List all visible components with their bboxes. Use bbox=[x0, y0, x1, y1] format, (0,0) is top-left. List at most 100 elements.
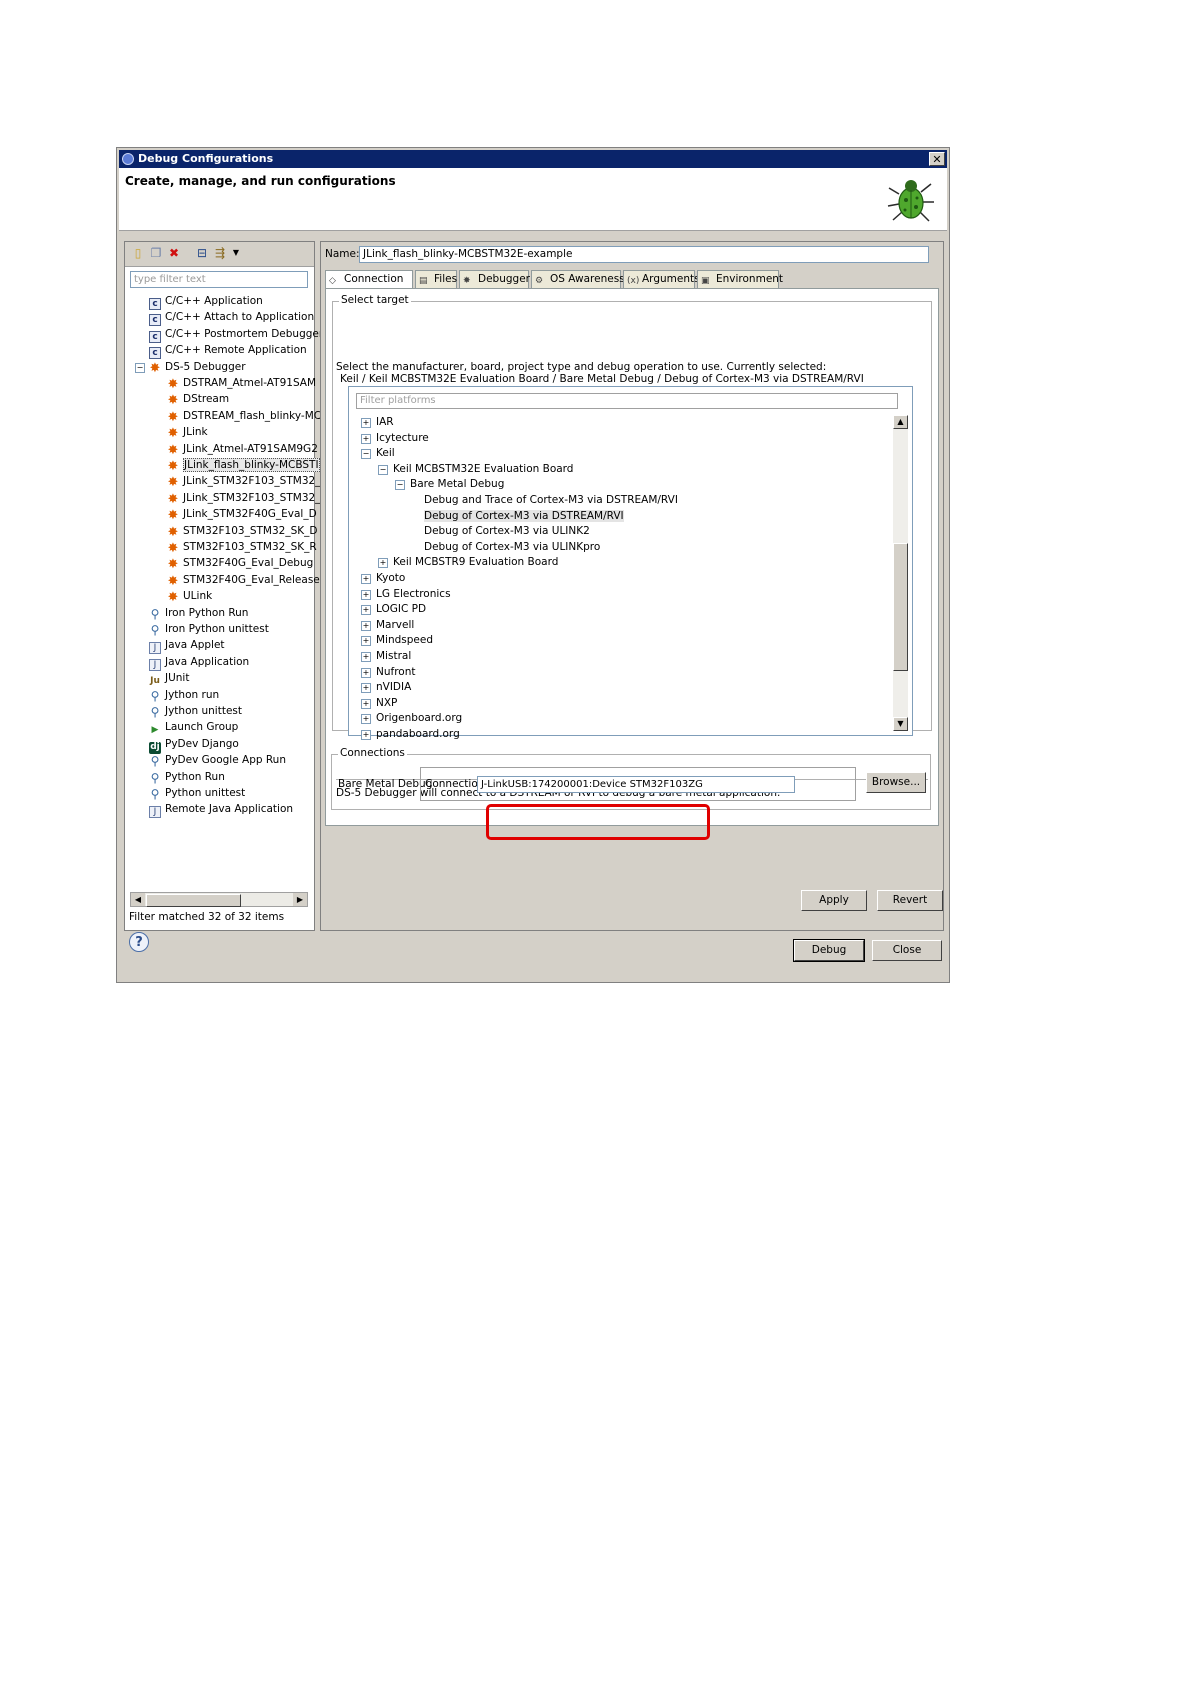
apply-button[interactable]: Apply bbox=[801, 890, 867, 911]
duplicate-icon[interactable]: ❐ bbox=[149, 246, 163, 260]
scroll-right-icon[interactable]: ▶ bbox=[293, 893, 307, 906]
config-tree-item[interactable]: c C/C++ Application bbox=[149, 294, 263, 310]
config-tree-item[interactable]: J Java Application bbox=[149, 655, 249, 671]
chevron-down-icon[interactable]: ▼ bbox=[229, 246, 243, 260]
collapse-icon[interactable]: − bbox=[135, 362, 145, 373]
horizontal-scrollbar[interactable]: ◀ ▶ bbox=[130, 892, 308, 907]
collapse-icon[interactable]: − bbox=[395, 480, 405, 491]
config-tree-item[interactable]: ▶ Launch Group bbox=[149, 720, 239, 735]
config-tree-item[interactable]: dj PyDev Django bbox=[149, 737, 239, 754]
platform-tree-item[interactable]: Debug of Cortex-M3 via ULINKpro bbox=[424, 540, 600, 555]
config-tree-item[interactable]: ⚲ Python Run bbox=[149, 770, 225, 785]
connection-input[interactable]: J-LinkUSB:174200001:Device STM32F103ZG bbox=[477, 776, 795, 793]
collapse-icon[interactable]: − bbox=[361, 449, 371, 460]
platform-tree-item[interactable]: + Mindspeed bbox=[361, 633, 433, 648]
scroll-thumb[interactable] bbox=[146, 894, 241, 907]
expand-icon[interactable]: + bbox=[378, 558, 388, 569]
tab-arguments[interactable]: (x) Arguments bbox=[623, 270, 700, 288]
filter-icon[interactable]: ⇶ bbox=[213, 246, 227, 260]
config-tree-item[interactable]: J Remote Java Application bbox=[149, 802, 293, 819]
tab-connection[interactable]: ◇ Connection bbox=[325, 270, 413, 289]
expand-icon[interactable]: + bbox=[361, 433, 371, 444]
platform-tree-item[interactable]: + Origenboard.org bbox=[361, 711, 462, 726]
config-tree-item[interactable]: ⚲ Iron Python Run bbox=[149, 606, 249, 621]
help-icon[interactable]: ? bbox=[129, 932, 149, 952]
config-tree-item[interactable]: ✸ STM32F40G_Eval_Debug bbox=[167, 556, 314, 571]
platform-tree-item[interactable]: + Keil MCBSTR9 Evaluation Board bbox=[378, 555, 558, 570]
config-tree-item[interactable]: ✸ STM32F103_STM32_SK_R bbox=[167, 540, 317, 555]
platform-tree-item[interactable]: Debug and Trace of Cortex-M3 via DSTREAM… bbox=[424, 493, 678, 508]
config-tree-item[interactable]: ⚲ Jython unittest bbox=[149, 704, 242, 719]
config-tree-item[interactable]: ✸ JLink_STM32F103_STM32_ bbox=[167, 491, 321, 506]
platform-tree-item[interactable]: + Kyoto bbox=[361, 571, 405, 586]
expand-icon[interactable]: + bbox=[361, 667, 371, 678]
browse-button[interactable]: Browse... bbox=[866, 772, 926, 793]
tab-os-awareness[interactable]: ⚙ OS Awareness bbox=[531, 270, 625, 288]
platform-tree-item[interactable]: + NXP bbox=[361, 696, 397, 711]
platform-tree-item[interactable]: Debug of Cortex-M3 via DSTREAM/RVI bbox=[424, 509, 624, 524]
config-tree-item[interactable]: ✸ DSTRAM_Atmel-AT91SAM bbox=[167, 376, 317, 391]
config-tree-item[interactable]: ✸ DStream bbox=[167, 392, 230, 407]
platform-tree-item[interactable]: + LG Electronics bbox=[361, 587, 451, 602]
expand-icon[interactable]: + bbox=[361, 418, 371, 428]
expand-icon[interactable]: + bbox=[361, 636, 371, 647]
tab-debugger[interactable]: ✸ Debugger bbox=[459, 270, 530, 288]
platform-tree-item[interactable]: + Marvell bbox=[361, 618, 414, 633]
expand-icon[interactable]: + bbox=[361, 730, 371, 740]
platform-tree-item[interactable]: Debug of Cortex-M3 via ULINK2 bbox=[424, 524, 590, 539]
delete-icon[interactable]: ✖ bbox=[167, 246, 181, 260]
platform-tree-item[interactable]: + IAR bbox=[361, 415, 394, 430]
platform-tree-item[interactable]: + nVIDIA bbox=[361, 680, 411, 695]
config-filter-input[interactable]: type filter text bbox=[130, 271, 308, 288]
config-tree-item[interactable]: ✸ JLink_STM32F103_STM32_ bbox=[167, 474, 321, 489]
config-tree-item[interactable]: ✸ STM32F103_STM32_SK_D bbox=[167, 524, 318, 539]
expand-icon[interactable]: + bbox=[361, 652, 371, 662]
config-tree-item[interactable]: ⚲ PyDev Google App Run bbox=[149, 753, 286, 768]
platform-tree-item[interactable]: + Icytecture bbox=[361, 431, 429, 446]
config-tree-item[interactable]: ⚲ Iron Python unittest bbox=[149, 622, 269, 637]
config-tree-item[interactable]: ✸ JLink_STM32F40G_Eval_D bbox=[167, 507, 317, 522]
expand-icon[interactable]: + bbox=[361, 605, 371, 616]
config-tree-item[interactable]: ✸ JLink_Atmel-AT91SAM9G2 bbox=[167, 442, 318, 457]
platform-tree-item[interactable]: + LOGIC PD bbox=[361, 602, 426, 617]
config-tree-item[interactable]: ✸ JLink_flash_blinky-MCBSTI bbox=[167, 458, 320, 473]
config-tree-item[interactable]: Ju JUnit bbox=[149, 671, 189, 686]
platform-tree-item[interactable]: + pandaboard.org bbox=[361, 727, 460, 742]
platform-tree-item[interactable]: − Keil bbox=[361, 446, 395, 461]
collapse-icon[interactable]: − bbox=[378, 464, 388, 475]
expand-icon[interactable]: + bbox=[361, 683, 371, 694]
config-tree-item[interactable]: ✸ JLink bbox=[167, 425, 208, 440]
platform-tree-item[interactable]: − Keil MCBSTM32E Evaluation Board bbox=[378, 462, 573, 477]
tab-files[interactable]: ▤ Files bbox=[415, 270, 457, 288]
name-input[interactable]: JLink_flash_blinky-MCBSTM32E-example bbox=[359, 246, 929, 263]
close-button[interactable]: Close bbox=[872, 940, 942, 961]
debug-button[interactable]: Debug bbox=[793, 939, 865, 962]
config-tree-item[interactable]: c C/C++ Remote Application bbox=[149, 343, 307, 360]
config-tree-item[interactable]: ⚲ Jython run bbox=[149, 688, 220, 703]
config-tree-item[interactable]: c C/C++ Postmortem Debugger bbox=[149, 327, 323, 343]
tab-environment[interactable]: ▣ Environment bbox=[697, 270, 783, 288]
config-tree-item[interactable]: J Java Applet bbox=[149, 638, 225, 655]
vertical-scrollbar[interactable]: ▲ ▼ bbox=[893, 415, 908, 731]
platform-tree-item[interactable]: + Mistral bbox=[361, 649, 411, 664]
platform-filter-input[interactable]: Filter platforms bbox=[356, 393, 898, 409]
config-tree-item[interactable]: ⚲ Python unittest bbox=[149, 786, 246, 801]
config-tree-item[interactable]: ✸ ULink bbox=[167, 589, 213, 604]
new-config-icon[interactable]: ▯ bbox=[131, 246, 145, 260]
config-tree-item[interactable]: − ✸ DS-5 Debugger bbox=[135, 360, 246, 375]
config-tree-item[interactable]: c C/C++ Attach to Application bbox=[149, 310, 314, 327]
expand-icon[interactable]: + bbox=[361, 589, 371, 600]
scroll-left-icon[interactable]: ◀ bbox=[131, 893, 145, 906]
config-tree-item[interactable]: ✸ STM32F40G_Eval_Release bbox=[167, 573, 320, 588]
scroll-up-icon[interactable]: ▲ bbox=[893, 415, 908, 429]
revert-button[interactable]: Revert bbox=[877, 890, 943, 911]
expand-icon[interactable]: + bbox=[361, 698, 371, 709]
expand-icon[interactable]: + bbox=[361, 714, 371, 725]
platform-tree-item[interactable]: − Bare Metal Debug bbox=[395, 477, 504, 492]
expand-icon[interactable]: + bbox=[361, 574, 371, 584]
scroll-down-icon[interactable]: ▼ bbox=[893, 717, 908, 731]
expand-icon[interactable]: + bbox=[361, 620, 371, 631]
close-icon[interactable]: ✕ bbox=[929, 152, 945, 166]
scroll-thumb[interactable] bbox=[893, 543, 908, 671]
config-tree-item[interactable]: ✸ DSTREAM_flash_blinky-MC bbox=[167, 409, 322, 424]
